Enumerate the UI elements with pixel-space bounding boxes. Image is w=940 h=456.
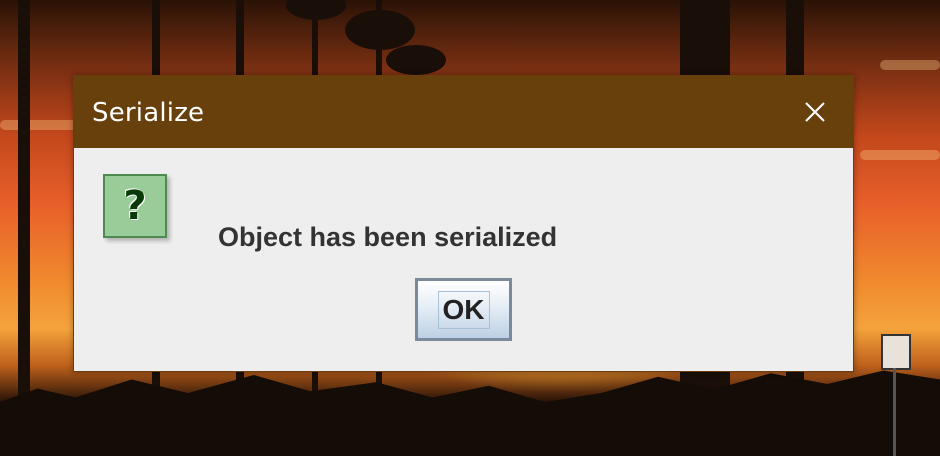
question-icon: ? xyxy=(103,174,167,238)
dialog-titlebar[interactable]: Serialize xyxy=(74,76,853,148)
close-button[interactable] xyxy=(801,98,829,126)
dialog-message: Object has been serialized xyxy=(218,222,558,252)
ok-button[interactable]: OK xyxy=(415,278,512,341)
close-icon xyxy=(805,102,825,122)
dialog-title: Serialize xyxy=(92,98,205,128)
ok-button-label: OK xyxy=(437,290,490,329)
message-dialog: Serialize ? Object has been serialized O… xyxy=(73,75,854,372)
